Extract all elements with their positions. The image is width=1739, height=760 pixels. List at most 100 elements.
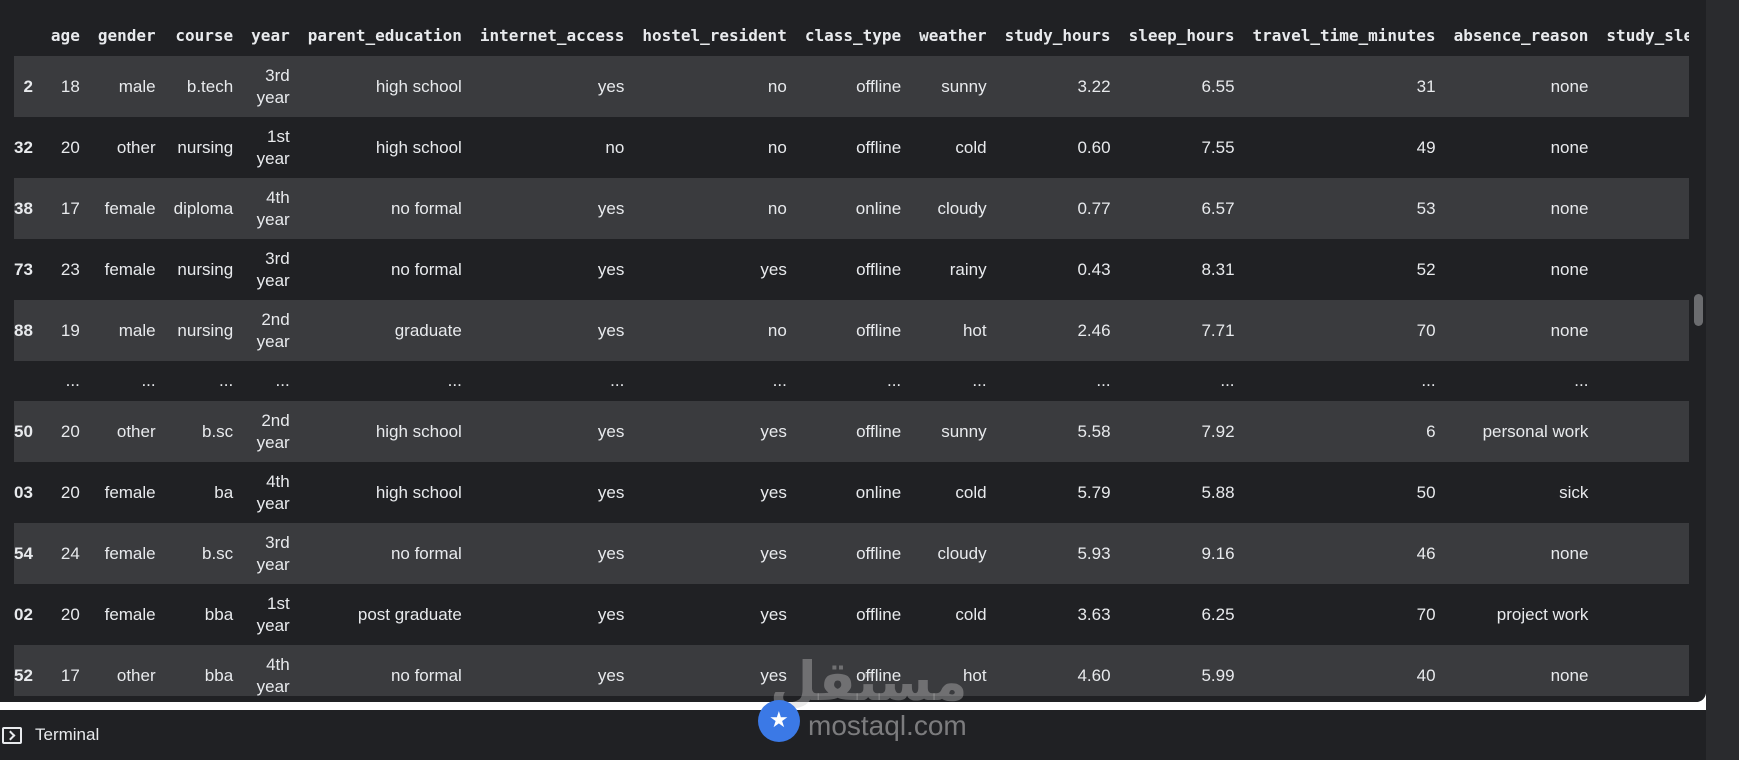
cell-class-type: online: [795, 462, 911, 523]
column-header-study-sle: study_sle: [1597, 14, 1689, 56]
cell-study-sle: [1597, 584, 1689, 645]
cell-travel-time-minutes: 46: [1243, 523, 1445, 584]
cell-weather: cloudy: [910, 523, 996, 584]
year-part: 2nd: [261, 410, 290, 430]
table-row: 03 20 female ba 4th year high school yes yes onli…: [14, 462, 1689, 523]
ellipsis-cell: ...: [1119, 361, 1244, 401]
cell-study-sle: [1597, 117, 1689, 178]
cell-internet-access: yes: [470, 401, 634, 462]
cell-study-hours: 3.63: [995, 584, 1120, 645]
cell-absence-reason: none: [1444, 645, 1598, 696]
cell-study-hours: 0.60: [995, 117, 1120, 178]
cell-study-sle: [1597, 178, 1689, 239]
cell-hostel-resident: yes: [633, 462, 796, 523]
cell-year: 1st year: [242, 117, 299, 178]
year-part: 4th: [266, 471, 290, 491]
cell-gender: other: [88, 401, 165, 462]
cell-age: 23: [41, 239, 89, 300]
ellipsis-cell: ...: [164, 361, 243, 401]
cell-class-type: offline: [795, 300, 911, 361]
cell-study-hours: 5.93: [995, 523, 1120, 584]
cell-class-type: offline: [795, 523, 911, 584]
cell-age: 17: [41, 178, 89, 239]
row-index: 32: [14, 117, 42, 178]
column-header-gender: gender: [88, 14, 165, 56]
cell-year: 4th year: [242, 645, 299, 696]
cell-travel-time-minutes: 6: [1243, 401, 1445, 462]
cell-gender: female: [88, 523, 165, 584]
terminal-icon[interactable]: [2, 726, 22, 744]
terminal-bar[interactable]: Terminal: [0, 710, 1706, 760]
cell-study-hours: 4.60: [995, 645, 1120, 696]
cell-travel-time-minutes: 31: [1243, 56, 1445, 117]
cell-course: diploma: [164, 178, 243, 239]
cell-year: 4th year: [242, 178, 299, 239]
cell-parent-education: high school: [298, 401, 471, 462]
year-part: year: [256, 87, 290, 107]
cell-absence-reason: none: [1444, 523, 1598, 584]
year-part: 1st: [267, 593, 290, 613]
vertical-scrollbar[interactable]: [1692, 0, 1706, 702]
cell-year: 2nd year: [242, 300, 299, 361]
year-part: year: [256, 493, 290, 513]
ellipsis-cell: ...: [1444, 361, 1598, 401]
cell-age: 19: [41, 300, 89, 361]
row-index: 03: [14, 462, 42, 523]
cell-absence-reason: none: [1444, 239, 1598, 300]
cell-parent-education: high school: [298, 56, 471, 117]
cell-study-hours: 5.58: [995, 401, 1120, 462]
cell-parent-education: no formal: [298, 523, 471, 584]
row-index: 88: [14, 300, 42, 361]
cell-parent-education: no formal: [298, 178, 471, 239]
cell-study-sle: [1597, 645, 1689, 696]
cell-absence-reason: personal work: [1444, 401, 1598, 462]
year-part: year: [256, 148, 290, 168]
cell-hostel-resident: yes: [633, 645, 796, 696]
cell-year: 3rd year: [242, 239, 299, 300]
table-row: 52 17 other bba 4th year no formal yes yes offlin…: [14, 645, 1689, 696]
cell-absence-reason: none: [1444, 56, 1598, 117]
cell-hostel-resident: yes: [633, 584, 796, 645]
cell-weather: cold: [910, 117, 996, 178]
cell-study-hours: 3.22: [995, 56, 1120, 117]
ellipsis-cell: [14, 361, 42, 401]
cell-sleep-hours: 6.57: [1119, 178, 1244, 239]
year-part: 4th: [266, 654, 290, 674]
cell-age: 20: [41, 401, 89, 462]
cell-gender: other: [88, 117, 165, 178]
column-header-absence-reason: absence_reason: [1444, 14, 1598, 56]
column-header-sleep-hours: sleep_hours: [1119, 14, 1244, 56]
column-header-class-type: class_type: [795, 14, 911, 56]
ellipsis-cell: ...: [470, 361, 634, 401]
row-index: 2: [14, 56, 42, 117]
cell-travel-time-minutes: 50: [1243, 462, 1445, 523]
cell-sleep-hours: 6.55: [1119, 56, 1244, 117]
cell-parent-education: high school: [298, 462, 471, 523]
ellipsis-cell: ...: [633, 361, 796, 401]
cell-gender: female: [88, 239, 165, 300]
cell-absence-reason: project work: [1444, 584, 1598, 645]
cell-class-type: offline: [795, 56, 911, 117]
dataframe-table: age gender course year parent_education inter…: [14, 14, 1689, 696]
cell-age: 17: [41, 645, 89, 696]
cell-study-sle: [1597, 300, 1689, 361]
row-index: 02: [14, 584, 42, 645]
cell-weather: cold: [910, 462, 996, 523]
cell-age: 20: [41, 117, 89, 178]
table-row: 88 19 male nursing 2nd year graduate yes no offli…: [14, 300, 1689, 361]
cell-year: 2nd year: [242, 401, 299, 462]
cell-year: 3rd year: [242, 523, 299, 584]
cell-age: 20: [41, 462, 89, 523]
year-part: year: [256, 615, 290, 635]
scrollbar-thumb[interactable]: [1694, 294, 1703, 326]
cell-weather: sunny: [910, 401, 996, 462]
terminal-label[interactable]: Terminal: [35, 725, 99, 745]
cell-sleep-hours: 5.99: [1119, 645, 1244, 696]
cell-class-type: offline: [795, 401, 911, 462]
cell-internet-access: yes: [470, 178, 634, 239]
ellipsis-cell: ...: [41, 361, 89, 401]
cell-parent-education: no formal: [298, 645, 471, 696]
cell-class-type: offline: [795, 645, 911, 696]
cell-study-hours: 0.77: [995, 178, 1120, 239]
cell-parent-education: post graduate: [298, 584, 471, 645]
